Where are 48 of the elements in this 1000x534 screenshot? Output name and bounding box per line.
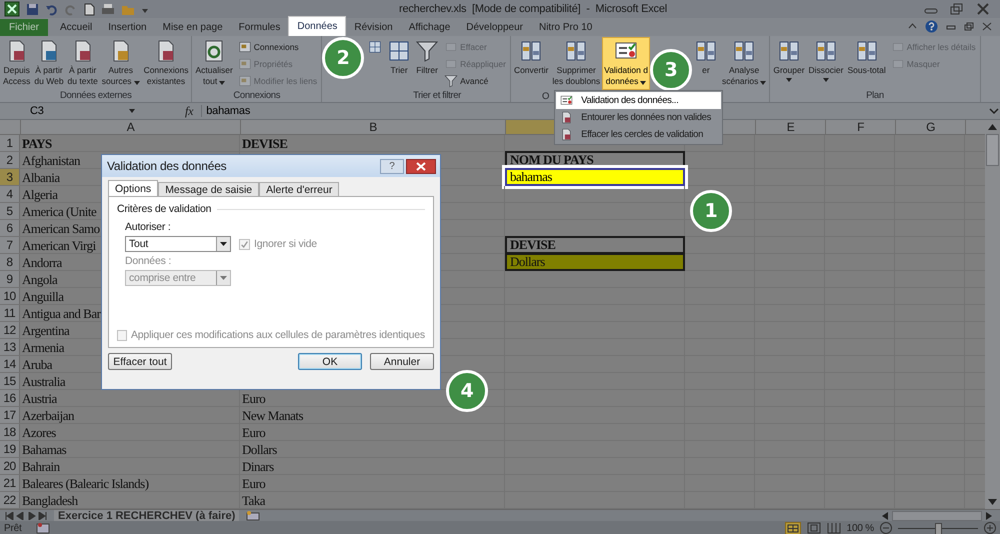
table-cell: Aruba	[22, 356, 52, 372]
table-cell: Bahrain	[22, 458, 60, 474]
group-label: Plan	[866, 90, 884, 102]
group-label: Trier et filtrer	[413, 90, 461, 102]
status-text: Prêt	[4, 522, 22, 534]
step-badge: 3	[650, 49, 692, 91]
group-label: Données externes	[60, 90, 132, 102]
table-cell: Albania	[22, 170, 60, 184]
group-label: Connexions	[233, 90, 280, 102]
table-cell: Anguilla	[22, 288, 64, 304]
table-cell: Australia	[22, 374, 66, 388]
table-cell: Andorra	[22, 254, 62, 270]
group-label: O	[542, 91, 549, 103]
checkbox-label: Ignorer si vide	[254, 238, 317, 250]
window-title: recherchev.xls [Mode de compatibilité] - Microsoft Excel	[399, 3, 668, 15]
table-cell: Azerbaijan	[22, 408, 74, 422]
step-badge: 2	[322, 37, 364, 79]
table-cell: Antigua and Bar	[22, 306, 100, 320]
checkbox-label: Appliquer ces modifications aux cellules de paramètres identiques	[130, 329, 425, 341]
table-cell: Euro	[242, 390, 266, 406]
table-cell: Austria	[22, 390, 57, 406]
table-cell: Afghanistan	[22, 152, 80, 168]
table-cell: DEVISE	[242, 136, 288, 150]
field-label: Autoriser :	[125, 221, 172, 233]
table-cell: New Manats	[242, 408, 304, 422]
table-cell: Algeria	[22, 186, 58, 202]
section-title: Critères de validation	[117, 203, 212, 215]
table-cell: Bangladesh	[22, 492, 78, 508]
table-cell: Bahamas	[22, 442, 66, 456]
table-cell: American Samo	[22, 220, 100, 236]
table-cell: Dollars	[242, 442, 277, 456]
field-label: Données :	[125, 255, 172, 267]
table-cell: Dollars	[505, 253, 685, 271]
table-cell: Euro	[242, 476, 266, 490]
table-cell: Dinars	[242, 458, 274, 474]
table-cell: Euro	[242, 424, 266, 440]
table-cell: American Virgi	[22, 238, 96, 252]
dialog-title: Validation des données	[107, 159, 226, 173]
step-badge: 4	[446, 370, 488, 412]
table-cell: PAYS	[22, 136, 52, 150]
table-cell: Baleares (Balearic Islands)	[22, 476, 149, 490]
step-badge: 1	[690, 190, 732, 232]
table-cell: Armenia	[22, 340, 64, 354]
table-cell: Argentina	[22, 322, 70, 338]
table-cell: Azores	[22, 424, 56, 440]
table-cell: Angola	[22, 272, 58, 286]
table-cell: Taka	[242, 492, 266, 508]
table-cell: America (Unite	[22, 204, 96, 218]
